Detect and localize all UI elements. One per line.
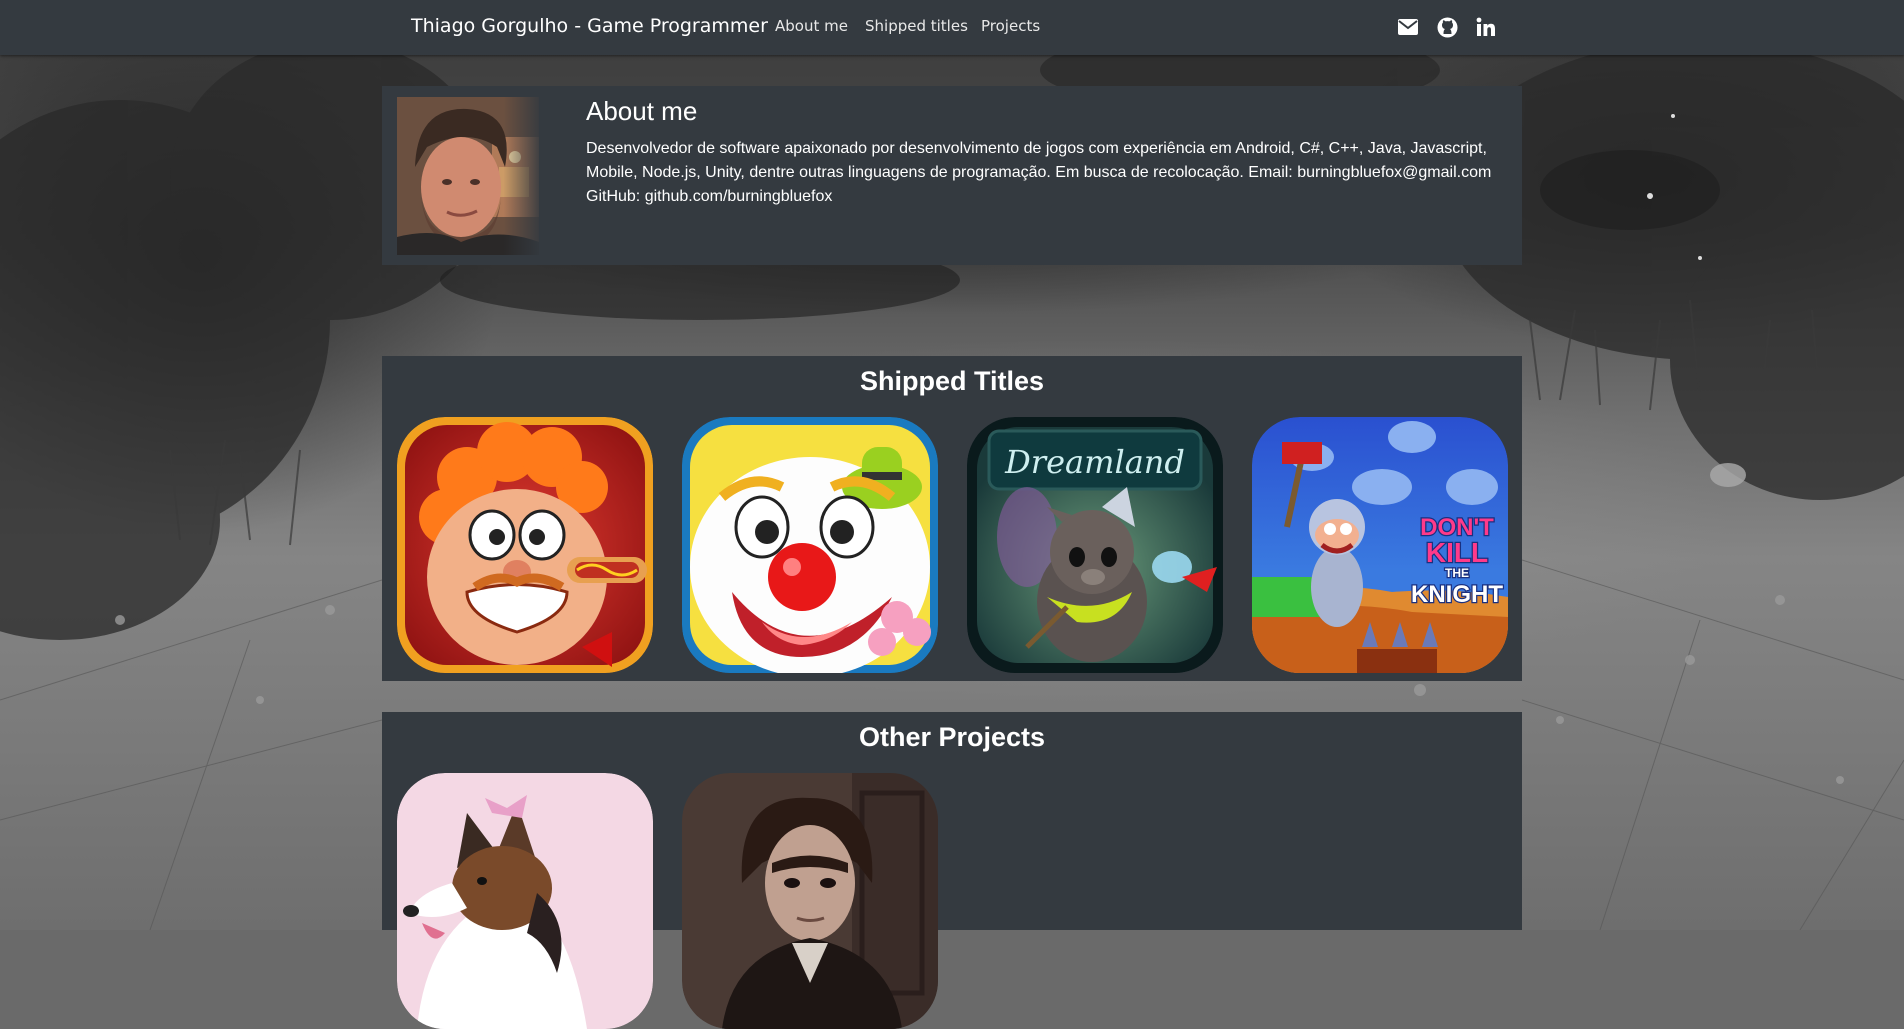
clown-game-icon[interactable] — [682, 417, 938, 673]
top-navbar: Thiago Gorgulho - Game Programmer About … — [0, 0, 1904, 55]
shipped-titles-section: Shipped Titles Dreamland DON'T KILL THE … — [382, 356, 1522, 681]
github-icon[interactable] — [1435, 15, 1459, 39]
nav-link-about[interactable]: About me — [775, 17, 848, 35]
hotdog-chef-game-icon[interactable] — [397, 417, 653, 673]
brand-link[interactable]: Thiago Gorgulho - Game Programmer — [411, 15, 768, 37]
dont-kill-the-knight-game-icon[interactable]: DON'T KILL THE KNIGHT — [1252, 417, 1508, 673]
knight-logo-knight: KNIGHT — [1411, 581, 1503, 608]
knight-logo-the: THE — [1445, 566, 1469, 580]
shipped-titles-heading: Shipped Titles — [859, 366, 1045, 396]
other-projects-section: Other Projects — [382, 712, 1522, 1029]
about-section: About me Desenvolvedor de software apaix… — [382, 86, 1522, 265]
other-projects-heading: Other Projects — [858, 722, 1046, 752]
about-bio-text: Desenvolvedor de software apaixonado por… — [586, 140, 1492, 181]
nav-link-projects[interactable]: Projects — [981, 17, 1040, 35]
collie-dog-project-icon[interactable] — [397, 773, 653, 1029]
linkedin-icon[interactable] — [1474, 15, 1498, 39]
profile-photo — [397, 97, 539, 255]
about-description: Desenvolvedor de software apaixonado por… — [586, 137, 1506, 209]
dreamland-logo-text: Dreamland — [1004, 443, 1185, 481]
nav-link-shipped-titles[interactable]: Shipped titles — [865, 17, 968, 35]
about-title: About me — [586, 96, 698, 126]
about-github-text: GitHub: github.com/burningbluefox — [586, 188, 833, 205]
dreamland-game-icon[interactable]: Dreamland — [967, 417, 1223, 673]
knight-logo-kill: KILL — [1426, 537, 1488, 568]
envelope-icon[interactable] — [1396, 15, 1420, 39]
dark-character-project-icon[interactable] — [682, 773, 938, 1029]
